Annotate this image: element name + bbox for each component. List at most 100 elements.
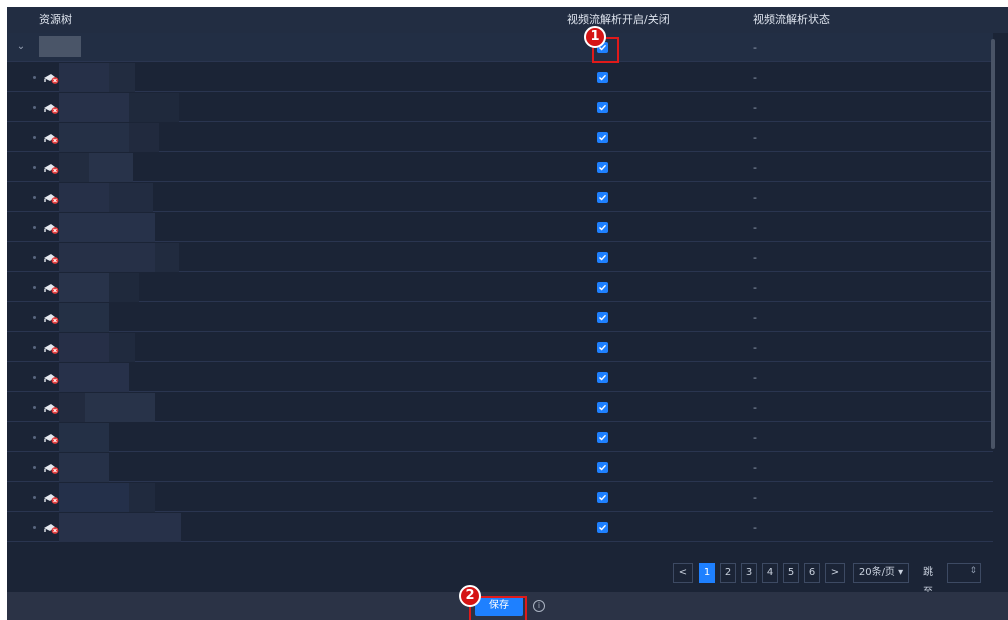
table-row[interactable]: - bbox=[7, 393, 993, 422]
stream-status: - bbox=[753, 131, 757, 144]
camera-offline-icon bbox=[42, 430, 60, 444]
stream-checkbox[interactable] bbox=[597, 162, 608, 173]
stream-checkbox[interactable] bbox=[597, 282, 608, 293]
stream-status: - bbox=[753, 221, 757, 234]
table-row[interactable]: - bbox=[7, 333, 993, 362]
stream-checkbox[interactable] bbox=[597, 222, 608, 233]
jump-page-input[interactable]: ⇕ bbox=[947, 563, 981, 583]
redacted-label bbox=[89, 153, 133, 182]
step-marker-2: 2 bbox=[459, 585, 481, 607]
table-row[interactable]: - bbox=[7, 63, 993, 92]
table-row[interactable]: - bbox=[7, 153, 993, 182]
stream-checkbox[interactable] bbox=[597, 432, 608, 443]
table-row[interactable]: - bbox=[7, 363, 993, 392]
table-header: 资源树 视频流解析开启/关闭 视频流解析状态 bbox=[7, 7, 1008, 33]
table-row[interactable]: - bbox=[7, 243, 993, 272]
redacted-label bbox=[59, 483, 129, 512]
redacted-label bbox=[155, 243, 179, 272]
chevron-down-icon[interactable]: ⌄ bbox=[15, 41, 27, 53]
redacted-label bbox=[109, 63, 135, 92]
stream-status: - bbox=[753, 191, 757, 204]
table-row[interactable]: - bbox=[7, 303, 993, 332]
stream-checkbox[interactable] bbox=[597, 342, 608, 353]
camera-offline-icon bbox=[42, 250, 60, 264]
stream-checkbox[interactable] bbox=[597, 72, 608, 83]
camera-offline-icon bbox=[42, 520, 60, 534]
stream-status: - bbox=[753, 41, 757, 54]
camera-offline-icon bbox=[42, 220, 60, 234]
stream-checkbox[interactable] bbox=[597, 462, 608, 473]
table-row[interactable]: - bbox=[7, 273, 993, 302]
camera-offline-icon bbox=[42, 340, 60, 354]
redacted-label bbox=[59, 273, 109, 302]
page-size-label: 20条/页 bbox=[858, 567, 895, 578]
app-window: 资源树 视频流解析开启/关闭 视频流解析状态 ⌄ - - - - - - - - - - - - - -… bbox=[7, 7, 1008, 620]
stream-status: - bbox=[753, 401, 757, 414]
table-row[interactable]: - bbox=[7, 93, 993, 122]
stream-status: - bbox=[753, 161, 757, 174]
stream-checkbox[interactable] bbox=[597, 252, 608, 263]
chevron-left-icon[interactable]: < bbox=[673, 563, 693, 583]
stream-status: - bbox=[753, 491, 757, 504]
redacted-label bbox=[129, 93, 179, 122]
redacted-label bbox=[59, 63, 109, 92]
stream-checkbox[interactable] bbox=[597, 402, 608, 413]
stream-checkbox[interactable] bbox=[597, 522, 608, 533]
stream-status: - bbox=[753, 311, 757, 324]
redacted-label bbox=[129, 483, 155, 512]
redacted-label bbox=[59, 333, 109, 362]
stream-checkbox[interactable] bbox=[597, 492, 608, 503]
redacted-label bbox=[109, 183, 153, 212]
chevron-right-icon[interactable]: > bbox=[825, 563, 845, 583]
page-button-5[interactable]: 5 bbox=[783, 563, 799, 583]
redacted-label bbox=[59, 213, 155, 242]
redacted-label bbox=[59, 303, 109, 332]
stepper-icon[interactable]: ⇕ bbox=[969, 566, 977, 576]
camera-offline-icon bbox=[42, 190, 60, 204]
table-row[interactable]: - bbox=[7, 513, 993, 542]
info-icon[interactable]: i bbox=[533, 600, 545, 612]
table-row[interactable]: - bbox=[7, 453, 993, 482]
page-button-3[interactable]: 3 bbox=[741, 563, 757, 583]
table-row[interactable]: - bbox=[7, 123, 993, 152]
table-row[interactable]: - bbox=[7, 213, 993, 242]
camera-offline-icon bbox=[42, 280, 60, 294]
page-button-1[interactable]: 1 bbox=[699, 563, 715, 583]
tree-dot bbox=[33, 196, 36, 199]
camera-offline-icon bbox=[42, 400, 60, 414]
root-node-label-redacted[interactable] bbox=[39, 36, 81, 57]
page-button-4[interactable]: 4 bbox=[762, 563, 778, 583]
redacted-label bbox=[59, 123, 129, 152]
page-button-2[interactable]: 2 bbox=[720, 563, 736, 583]
stream-checkbox[interactable] bbox=[597, 192, 608, 203]
redacted-label bbox=[59, 363, 129, 392]
page-button-6[interactable]: 6 bbox=[804, 563, 820, 583]
tree-dot bbox=[33, 136, 36, 139]
redacted-label bbox=[59, 423, 109, 452]
stream-status: - bbox=[753, 101, 757, 114]
tree-dot bbox=[33, 286, 36, 289]
step-marker-1: 1 bbox=[584, 26, 606, 48]
table-row-root[interactable]: ⌄ - bbox=[7, 33, 993, 62]
redacted-label bbox=[129, 123, 159, 152]
stream-status: - bbox=[753, 371, 757, 384]
page-size-select[interactable]: 20条/页 ▾ bbox=[853, 563, 909, 583]
stream-checkbox[interactable] bbox=[597, 312, 608, 323]
tree-dot bbox=[33, 76, 36, 79]
stream-checkbox[interactable] bbox=[597, 372, 608, 383]
stream-checkbox[interactable] bbox=[597, 102, 608, 113]
table-row[interactable]: - bbox=[7, 483, 993, 512]
camera-offline-icon bbox=[42, 460, 60, 474]
stream-status: - bbox=[753, 251, 757, 264]
stream-status: - bbox=[753, 431, 757, 444]
camera-offline-icon bbox=[42, 130, 60, 144]
redacted-label bbox=[59, 183, 109, 212]
stream-checkbox[interactable] bbox=[597, 132, 608, 143]
tree-dot bbox=[33, 256, 36, 259]
redacted-label bbox=[85, 393, 155, 422]
vertical-scrollbar[interactable] bbox=[991, 39, 995, 449]
table-row[interactable]: - bbox=[7, 183, 993, 212]
redacted-label bbox=[59, 513, 181, 542]
tree-dot bbox=[33, 526, 36, 529]
table-row[interactable]: - bbox=[7, 423, 993, 452]
